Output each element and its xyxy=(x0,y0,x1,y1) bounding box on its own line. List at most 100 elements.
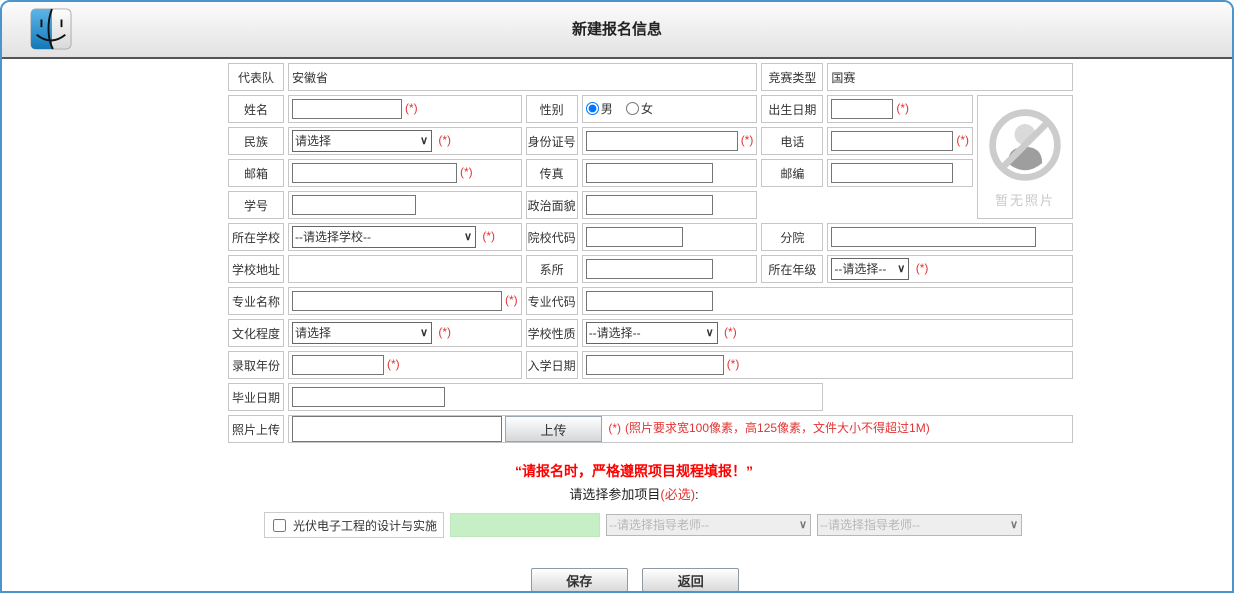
department-input[interactable] xyxy=(586,259,713,279)
school-nature-label: 学校性质 xyxy=(526,319,578,347)
select-project-instruction: 请选择参加项目(必选): xyxy=(224,484,1044,503)
school-code-input[interactable] xyxy=(586,227,683,247)
school-nature-select[interactable]: --请选择-- xyxy=(586,322,718,344)
photo-upload-label: 照片上传 xyxy=(228,415,284,443)
admission-year-label: 录取年份 xyxy=(228,351,284,379)
upload-button[interactable]: 上传 xyxy=(505,416,602,442)
registration-form-table: 代表队 安徽省 竞赛类型 国赛 姓名 (*) 性别 男 女 出生日期 (*) xyxy=(224,59,1077,447)
school-nature-required-marker: (*) xyxy=(724,325,737,339)
graduation-date-label: 毕业日期 xyxy=(228,383,284,411)
photo-requirements-note: (照片要求宽100像素，高125像素，文件大小不得超过1M) xyxy=(625,421,930,435)
education-level-select[interactable]: 请选择 xyxy=(292,322,432,344)
name-required-marker: (*) xyxy=(405,101,418,115)
gender-male-label: 男 xyxy=(601,100,613,117)
enroll-date-input[interactable] xyxy=(586,355,724,375)
teacher2-select[interactable]: --请选择指导老师-- xyxy=(817,514,1022,536)
department-label: 系所 xyxy=(526,255,578,283)
name-label: 姓名 xyxy=(228,95,284,123)
row-studentno-political: 学号 政治面貌 xyxy=(228,191,1073,219)
major-name-required-marker: (*) xyxy=(505,293,518,307)
email-label: 邮箱 xyxy=(228,159,284,187)
gender-label: 性别 xyxy=(526,95,578,123)
branch-input[interactable] xyxy=(831,227,1036,247)
no-photo-icon xyxy=(985,105,1065,185)
row-team: 代表队 安徽省 竞赛类型 国赛 xyxy=(228,63,1073,91)
teacher1-select[interactable]: --请选择指导老师-- xyxy=(606,514,811,536)
row-major: 专业名称 (*) 专业代码 xyxy=(228,287,1073,315)
enroll-date-required-marker: (*) xyxy=(727,357,740,371)
ethnicity-select[interactable]: 请选择 xyxy=(292,130,432,152)
select-project-suffix: : xyxy=(695,487,699,502)
project-checkbox[interactable] xyxy=(273,519,286,532)
header: 新建报名信息 xyxy=(2,2,1232,59)
id-number-label: 身份证号 xyxy=(526,127,578,155)
branch-label: 分院 xyxy=(761,223,823,251)
row-graduation: 毕业日期 xyxy=(228,383,1073,411)
education-level-label: 文化程度 xyxy=(228,319,284,347)
phone-input[interactable] xyxy=(831,131,953,151)
id-number-input[interactable] xyxy=(586,131,738,151)
contest-type-value: 国赛 xyxy=(827,63,1073,91)
major-code-input[interactable] xyxy=(586,291,713,311)
school-address-label: 学校地址 xyxy=(228,255,284,283)
row-ethnicity-id-phone: 民族 请选择∨ (*) 身份证号 (*) 电话 (*) xyxy=(228,127,1073,155)
name-input[interactable] xyxy=(292,99,402,119)
row-photo-upload: 照片上传 上传 (*)(照片要求宽100像素，高125像素，文件大小不得超过1M… xyxy=(228,415,1073,443)
page-title: 新建报名信息 xyxy=(2,2,1232,57)
school-required-marker: (*) xyxy=(482,229,495,243)
school-select[interactable]: --请选择学校-- xyxy=(292,226,476,248)
select-project-prefix: 请选择参加项目 xyxy=(569,487,660,502)
education-level-required-marker: (*) xyxy=(438,325,451,339)
project-option[interactable]: 光伏电子工程的设计与实施 xyxy=(264,512,444,538)
id-number-required-marker: (*) xyxy=(741,133,754,147)
political-status-input[interactable] xyxy=(586,195,713,215)
row-school-code-branch: 所在学校 --请选择学校--∨ (*) 院校代码 分院 xyxy=(228,223,1073,251)
email-input[interactable] xyxy=(292,163,457,183)
grade-required-marker: (*) xyxy=(916,261,929,275)
gender-radio-male[interactable] xyxy=(586,102,599,115)
grade-select[interactable]: --请选择-- xyxy=(831,258,909,280)
ethnicity-required-marker: (*) xyxy=(438,133,451,147)
ethnicity-label: 民族 xyxy=(228,127,284,155)
action-buttons: 保存 返回 xyxy=(2,568,1232,592)
no-photo-text: 暂无照片 xyxy=(980,190,1070,209)
row-admission-enroll: 录取年份 (*) 入学日期 (*) xyxy=(228,351,1073,379)
project-name-label: 光伏电子工程的设计与实施 xyxy=(293,517,437,534)
team-label: 代表队 xyxy=(228,63,284,91)
postcode-input[interactable] xyxy=(831,163,953,183)
fax-input[interactable] xyxy=(586,163,713,183)
row-address-dept-grade: 学校地址 系所 所在年级 --请选择--∨ (*) xyxy=(228,255,1073,283)
fax-label: 传真 xyxy=(526,159,578,187)
school-code-label: 院校代码 xyxy=(526,223,578,251)
team-value: 安徽省 xyxy=(288,63,757,91)
major-name-input[interactable] xyxy=(292,291,502,311)
back-button[interactable]: 返回 xyxy=(642,568,739,592)
row-name-gender-birth: 姓名 (*) 性别 男 女 出生日期 (*) 暂无照片 xyxy=(228,95,1073,123)
select-project-required: (必选) xyxy=(660,487,695,502)
school-label: 所在学校 xyxy=(228,223,284,251)
photo-placeholder: 暂无照片 xyxy=(977,95,1073,219)
row-education-nature: 文化程度 请选择∨ (*) 学校性质 --请选择--∨ (*) xyxy=(228,319,1073,347)
email-required-marker: (*) xyxy=(460,165,473,179)
row-email-fax-postcode: 邮箱 (*) 传真 邮编 xyxy=(228,159,1073,187)
gender-radio-female[interactable] xyxy=(626,102,639,115)
registration-page: 新建报名信息 代表队 安徽省 竞赛类型 国赛 姓名 (*) 性别 男 女 出生日… xyxy=(0,0,1234,593)
photo-file-input[interactable] xyxy=(292,416,502,442)
admission-year-input[interactable] xyxy=(292,355,384,375)
school-address-value xyxy=(288,255,522,283)
phone-label: 电话 xyxy=(761,127,823,155)
grade-label: 所在年级 xyxy=(761,255,823,283)
project-extra-input[interactable] xyxy=(450,513,600,537)
graduation-date-input[interactable] xyxy=(292,387,445,407)
student-no-input[interactable] xyxy=(292,195,416,215)
save-button[interactable]: 保存 xyxy=(531,568,628,592)
enroll-date-label: 入学日期 xyxy=(526,351,578,379)
birth-date-label: 出生日期 xyxy=(761,95,823,123)
gender-male-option[interactable]: 男 xyxy=(586,100,613,117)
project-row: 光伏电子工程的设计与实施 --请选择指导老师--∨ --请选择指导老师--∨ xyxy=(264,512,1232,538)
gender-female-option[interactable]: 女 xyxy=(626,100,653,117)
political-status-label: 政治面貌 xyxy=(526,191,578,219)
postcode-label: 邮编 xyxy=(761,159,823,187)
birth-date-input[interactable] xyxy=(831,99,893,119)
finder-logo-icon xyxy=(30,8,72,50)
